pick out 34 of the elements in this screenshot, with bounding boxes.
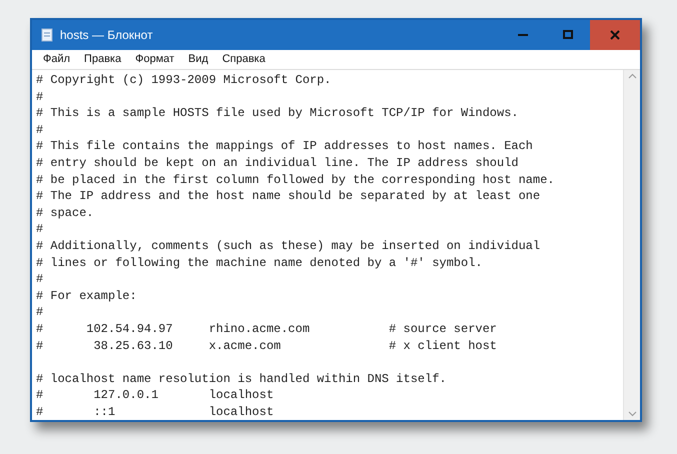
menu-item[interactable]: Правка	[77, 50, 128, 69]
maximize-icon	[562, 30, 572, 40]
menu-item[interactable]: Формат	[128, 50, 182, 69]
close-button[interactable]	[590, 20, 640, 50]
text-line: # entry should be kept on an individual line. The IP address should	[36, 154, 520, 172]
text-line: #	[36, 304, 44, 321]
scrollbar[interactable]	[623, 70, 640, 420]
text-line: # Additionally, comments (such as these) may be inserted on individual	[36, 238, 542, 255]
text-line: # The IP address and the host name should be separated by at least one	[36, 188, 542, 205]
text-line: # This is a sample HOSTS file used by Microsoft TCP/IP for Windows.	[36, 105, 520, 122]
window-title: hosts — Блокнот	[60, 27, 153, 44]
scroll-down-icon[interactable]	[628, 411, 636, 417]
menu-item[interactable]: Файл	[36, 50, 78, 69]
close-icon	[610, 30, 620, 40]
text-line: # localhost name resolution is handled within DNS itself.	[36, 370, 448, 388]
text-line: #	[36, 271, 44, 288]
text-line: #	[36, 122, 44, 138]
text-line: # 102.54.94.97 rhino.acme.com # source server	[36, 320, 498, 338]
text-line: #	[36, 88, 44, 106]
menu-item[interactable]: Вид	[181, 50, 216, 69]
minimize-icon	[518, 34, 528, 36]
text-line: # space.	[36, 204, 95, 222]
text-line: # ::1 localhost	[36, 404, 275, 420]
text-line: # For example:	[36, 288, 138, 304]
text-line: # lines or following the machine name denoted by a '#' symbol.	[36, 254, 484, 272]
text-line: # Copyright (c) 1993-2009 Microsoft Corp.	[36, 72, 332, 89]
text-line: # This file contains the mappings of IP addresses to host names. Each	[36, 138, 534, 155]
scroll-up-icon[interactable]	[628, 73, 636, 79]
text-line: # be placed in the first column followed by the corresponding host name.	[36, 172, 556, 188]
notepad-icon	[40, 28, 54, 42]
text-line: # 38.25.63.10 x.acme.com # x client host	[36, 338, 498, 354]
menu-item[interactable]: Справка	[215, 50, 272, 69]
text-line: #	[36, 221, 44, 238]
text-line: # 127.0.0.1 localhost	[36, 387, 275, 404]
